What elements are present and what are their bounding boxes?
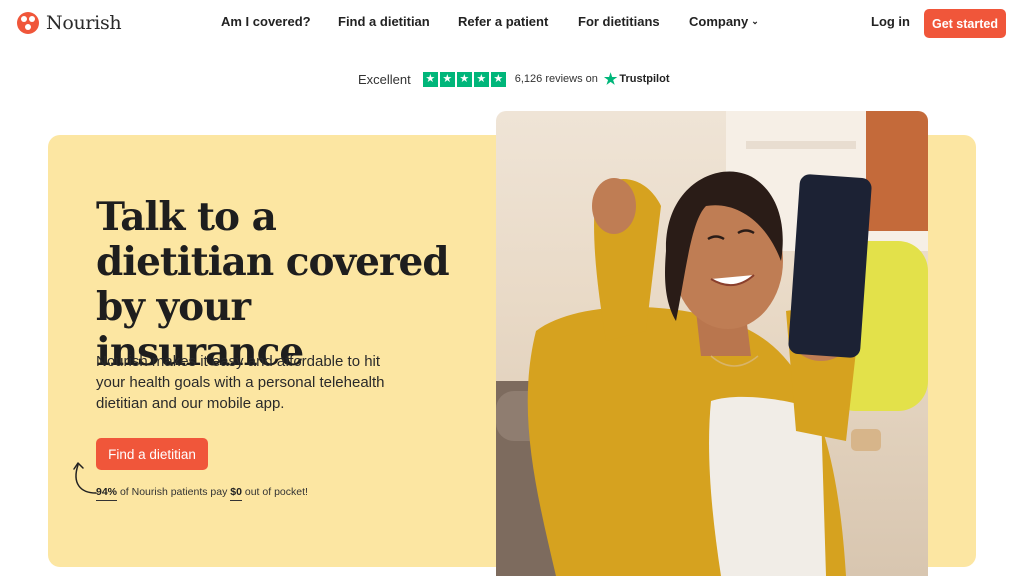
- nav-company[interactable]: Company ⌄: [689, 14, 759, 29]
- nav-am-i-covered[interactable]: Am I covered?: [221, 14, 311, 29]
- trustpilot-logo: ★ Trustpilot: [604, 72, 670, 87]
- get-started-button[interactable]: Get started: [924, 9, 1006, 38]
- trustpilot-excellent: Excellent: [358, 71, 411, 87]
- hero-photo: [496, 111, 928, 576]
- hero-headline: Talk to a dietitian covered by your insu…: [96, 194, 450, 375]
- logo-text: Nourish: [46, 12, 122, 34]
- hero-photo-illustration: [496, 111, 928, 576]
- coverage-stat: 94% of Nourish patients pay $0 out of po…: [96, 486, 308, 501]
- trustpilot-star-icon: ★: [422, 71, 438, 87]
- nav-find-dietitian[interactable]: Find a dietitian: [338, 14, 430, 29]
- trustpilot-star-icon: ★: [603, 70, 618, 88]
- nav-for-dietitians[interactable]: For dietitians: [578, 14, 660, 29]
- hero-subtitle: Nourish makes it easy and affordable to …: [96, 353, 385, 412]
- nav-refer-patient[interactable]: Refer a patient: [458, 14, 548, 29]
- trustpilot-star-icon: ★: [439, 71, 455, 87]
- stat-middle: of Nourish patients pay: [119, 486, 228, 498]
- trustpilot-star-icon: ★: [490, 71, 506, 87]
- trustpilot-star-icon: ★: [456, 71, 472, 87]
- find-dietitian-button[interactable]: Find a dietitian: [96, 438, 208, 470]
- stat-end: out of pocket!: [244, 486, 308, 498]
- nourish-logo-icon: [17, 12, 39, 34]
- trustpilot-stars: ★ ★ ★ ★ ★: [422, 71, 506, 87]
- login-link[interactable]: Log in: [871, 14, 910, 29]
- site-header: Nourish Am I covered? Find a dietitian R…: [0, 0, 1024, 46]
- trustpilot-star-icon: ★: [473, 71, 489, 87]
- trustpilot-rating[interactable]: Excellent ★ ★ ★ ★ ★ 6,126 reviews on ★ T…: [358, 70, 669, 88]
- chevron-down-icon: ⌄: [751, 16, 759, 26]
- nav-company-label: Company: [689, 14, 749, 29]
- trustpilot-brand: Trustpilot: [619, 73, 670, 85]
- trustpilot-reviews: 6,126 reviews on: [514, 73, 598, 85]
- stat-percent: 94%: [96, 486, 118, 501]
- logo[interactable]: Nourish: [17, 12, 122, 34]
- stat-amount: $0: [230, 486, 242, 501]
